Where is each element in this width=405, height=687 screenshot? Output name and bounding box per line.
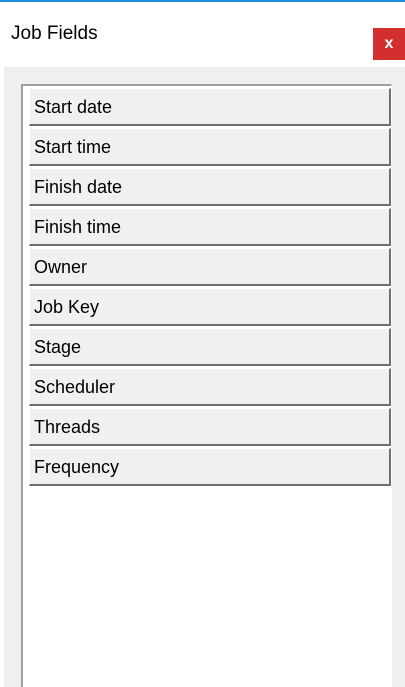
close-icon: x [384, 35, 394, 52]
job-fields-window: Job Fields x Start date Start time Finis… [0, 0, 405, 687]
field-item-start-time[interactable]: Start time [29, 128, 391, 166]
field-item-threads[interactable]: Threads [29, 408, 391, 446]
field-item-job-key[interactable]: Job Key [29, 288, 391, 326]
field-item-start-date[interactable]: Start date [29, 88, 391, 126]
window-titlebar[interactable]: Job Fields x [0, 2, 405, 60]
window-title: Job Fields [11, 23, 98, 44]
field-item-finish-time[interactable]: Finish time [29, 208, 391, 246]
fields-panel: Start date Start time Finish date Finish… [4, 67, 405, 687]
field-item-frequency[interactable]: Frequency [29, 448, 391, 486]
close-button[interactable]: x [373, 28, 405, 60]
field-item-finish-date[interactable]: Finish date [29, 168, 391, 206]
field-items: Start date Start time Finish date Finish… [29, 88, 391, 488]
job-fields-list[interactable]: Start date Start time Finish date Finish… [21, 84, 392, 687]
field-item-scheduler[interactable]: Scheduler [29, 368, 391, 406]
field-item-stage[interactable]: Stage [29, 328, 391, 366]
field-item-owner[interactable]: Owner [29, 248, 391, 286]
